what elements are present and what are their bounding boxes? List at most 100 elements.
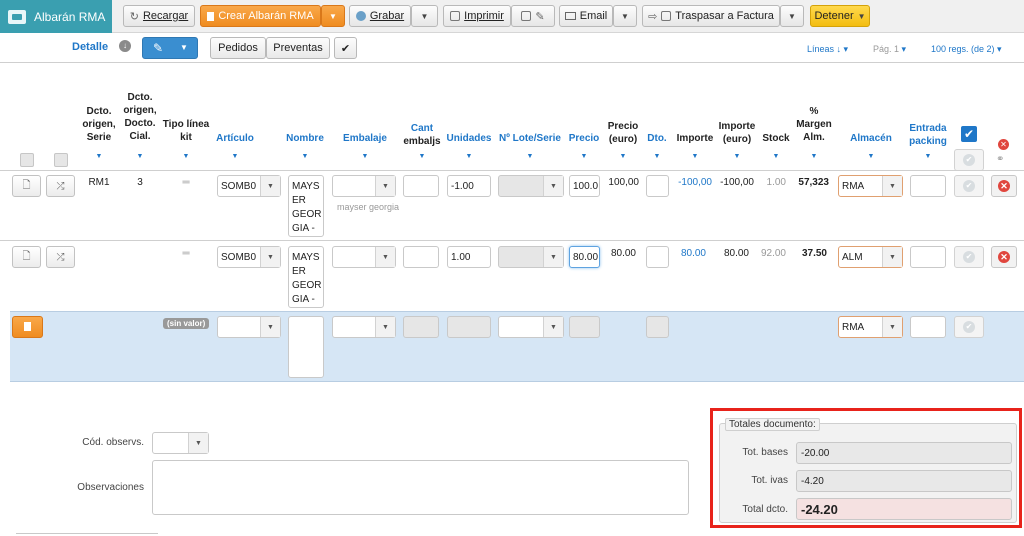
row2-cant-embaljs-input[interactable] <box>403 246 439 268</box>
download-icon[interactable]: ↓ <box>119 40 131 52</box>
app-tab[interactable]: Albarán RMA <box>0 0 112 33</box>
row2-embalaje-select[interactable]: ▼ <box>332 246 396 268</box>
page-selector[interactable]: Pág. 1 ▾ <box>873 44 906 55</box>
link-icon: ⚭ <box>996 154 1005 165</box>
recargar-button[interactable]: ↻ Recargar <box>123 5 195 27</box>
new-unidades-input[interactable] <box>447 316 491 338</box>
new-cant-embaljs-input[interactable] <box>403 316 439 338</box>
cod-observs-select[interactable]: ▼ <box>152 432 209 454</box>
row2-tipo: ═ <box>182 248 190 259</box>
new-embalaje-select[interactable]: ▼ <box>332 316 396 338</box>
new-entrada-packing-input[interactable] <box>910 316 946 338</box>
delete-all-icon[interactable]: ✕ <box>998 139 1009 150</box>
col-dto[interactable]: Dto. <box>644 132 670 145</box>
total-dcto-label: Total dcto. <box>742 504 788 515</box>
row2-delete-button[interactable]: ✕ <box>991 246 1017 268</box>
traspasar-button[interactable]: ⇨ Traspasar a Factura <box>642 5 780 27</box>
row1-delete-button[interactable]: ✕ <box>991 175 1017 197</box>
print-edit-button[interactable]: ✎ <box>511 5 555 27</box>
grabar-button[interactable]: Grabar <box>349 5 411 27</box>
crear-albaran-button[interactable]: Crear Albarán RMA <box>200 5 321 27</box>
row2-articulo-select[interactable]: SOMB0 ▼ <box>217 246 281 268</box>
email-button[interactable]: Email <box>559 5 613 27</box>
row1-nombre-field[interactable]: MAYS ER GEOR GIA - <box>288 175 324 237</box>
col-lote-serie[interactable]: Nº Lote/Serie <box>496 132 564 145</box>
edit-mode-button[interactable]: ✎ ▼ <box>142 37 198 59</box>
row2-almacen-select[interactable]: ALM ▼ <box>838 246 903 268</box>
row1-stock: 1.00 <box>766 177 786 188</box>
row2-unidades-input[interactable]: 1.00 <box>447 246 491 268</box>
email-dropdown-button[interactable]: ▼ <box>613 5 637 27</box>
chevron-down-icon: ▼ <box>882 176 902 196</box>
col-nombre[interactable]: Nombre <box>284 132 326 145</box>
row2-dto-input[interactable] <box>646 246 669 268</box>
observaciones-textarea[interactable] <box>152 460 689 515</box>
new-precio-input[interactable] <box>569 316 600 338</box>
detener-button[interactable]: Detener ▼ <box>810 5 870 27</box>
row2-doc-button[interactable]: 🗋 <box>12 246 41 268</box>
row2-stock: 92.00 <box>760 248 786 259</box>
new-lote-select[interactable]: ▼ <box>498 316 564 338</box>
col-almacen[interactable]: Almacén <box>845 132 897 145</box>
select-all-checkbox-2[interactable] <box>54 153 68 167</box>
lineas-menu[interactable]: Líneas ↓ ▾ <box>807 44 848 55</box>
row1-unidades-input[interactable]: -1.00 <box>447 175 491 197</box>
chevron-down-icon: ▼ <box>882 317 902 337</box>
row1-cant-embaljs-input[interactable] <box>403 175 439 197</box>
cod-observs-label: Cód. observs. <box>82 437 144 448</box>
confirm-check-button[interactable]: ✔ <box>334 37 357 59</box>
tot-bases-field: -20.00 <box>796 442 1012 464</box>
tot-bases-label: Tot. bases <box>742 447 788 458</box>
select-all-checkbox[interactable] <box>20 153 34 167</box>
row1-almacen-select[interactable]: RMA ▼ <box>838 175 903 197</box>
new-row-doc-button[interactable] <box>12 316 43 338</box>
row1-entrada-packing-input[interactable] <box>910 175 946 197</box>
col-precio[interactable]: Precio <box>566 132 602 145</box>
row2-entrada-packing-input[interactable] <box>910 246 946 268</box>
records-per-page[interactable]: 100 regs. (de 2) ▾ <box>931 44 1002 55</box>
crear-dropdown-button[interactable]: ▼ <box>321 5 345 27</box>
row2-lote-select[interactable]: ▼ <box>498 246 564 268</box>
select-column-checkbox[interactable]: ✔ <box>961 126 977 142</box>
new-confirm-button[interactable]: ✔ <box>954 316 984 338</box>
row1-cial: 3 <box>137 177 143 188</box>
new-dto-input[interactable] <box>646 316 669 338</box>
row1-articulo-select[interactable]: SOMB0 ▼ <box>217 175 281 197</box>
row1-serie: RM1 <box>88 177 110 188</box>
row1-dto-input[interactable] <box>646 175 669 197</box>
col-embalaje[interactable]: Embalaje <box>335 132 395 145</box>
row1-doc-button[interactable]: 🗋 <box>12 175 41 197</box>
col-dcto-serie: Dcto. origen, Serie <box>82 106 116 143</box>
row2-nombre-field[interactable]: MAYS ER GEOR GIA - <box>288 246 324 308</box>
pedidos-button[interactable]: Pedidos <box>210 37 266 59</box>
new-nombre-field[interactable] <box>288 316 324 378</box>
traspasar-dropdown-button[interactable]: ▼ <box>780 5 804 27</box>
grabar-dropdown-button[interactable]: ▼ <box>411 5 438 27</box>
row2-importe-euro: 80.00 <box>723 248 749 259</box>
chevron-down-icon: ▼ <box>375 176 395 196</box>
col-cant-embaljs[interactable]: Cant embaljs <box>400 122 444 148</box>
tab-detalle[interactable]: Detalle <box>72 41 108 53</box>
col-importe: Importe <box>676 133 714 144</box>
chevron-down-icon: ▼ <box>260 317 280 337</box>
row2-split-button[interactable]: ⤮ <box>46 246 75 268</box>
row1-split-button[interactable]: ⤮ <box>46 175 75 197</box>
header-confirm-button[interactable]: ✔ <box>954 149 984 171</box>
col-stock: Stock <box>762 133 790 144</box>
new-almacen-select[interactable]: RMA ▼ <box>838 316 903 338</box>
row1-lote-select[interactable]: ▼ <box>498 175 564 197</box>
row1-confirm-button[interactable]: ✔ <box>954 175 984 197</box>
row2-confirm-button[interactable]: ✔ <box>954 246 984 268</box>
new-articulo-select[interactable]: ▼ <box>217 316 281 338</box>
tot-ivas-field: -4.20 <box>796 470 1012 492</box>
preventas-button[interactable]: Preventas <box>266 37 330 59</box>
row1-embalaje-select[interactable]: ▼ <box>332 175 396 197</box>
new-doc-icon <box>207 11 215 21</box>
imprimir-button[interactable]: Imprimir <box>443 5 511 27</box>
col-entrada-packing[interactable]: Entrada packing <box>906 122 950 148</box>
row1-precio-input[interactable]: 100.0 <box>569 175 600 197</box>
col-unidades[interactable]: Unidades <box>444 132 494 145</box>
row2-precio-input[interactable]: 80.00 <box>569 246 600 268</box>
col-articulo[interactable]: Artículo <box>212 132 258 145</box>
tot-ivas-label: Tot. ivas <box>751 475 788 486</box>
